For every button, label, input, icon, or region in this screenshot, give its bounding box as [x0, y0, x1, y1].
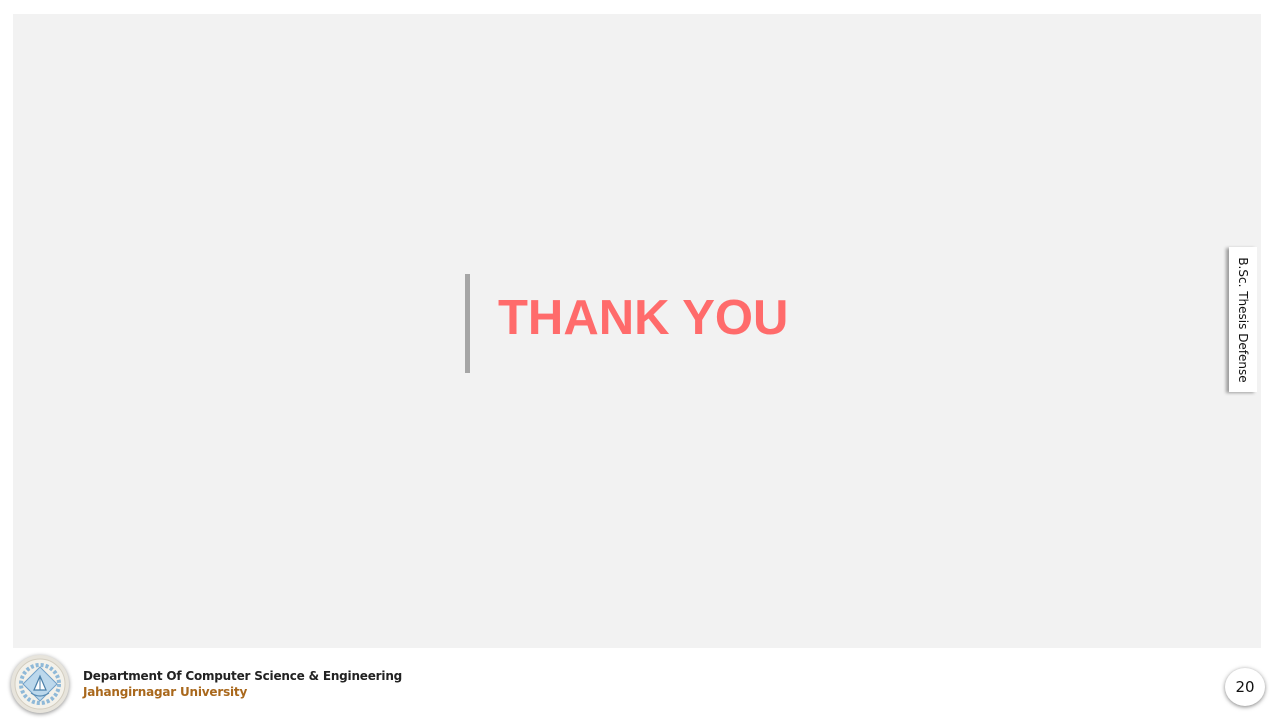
side-tab-label: B.Sc. Thesis Defense [1236, 256, 1250, 383]
page-number-badge: 20 [1225, 668, 1265, 706]
side-tab: B.Sc. Thesis Defense [1229, 247, 1257, 392]
department-name: Department Of Computer Science & Enginee… [83, 669, 403, 683]
slide-title: THANK YOU [498, 291, 789, 345]
title-accent-bar [465, 274, 470, 373]
university-name: Jahangirnagar University [83, 685, 248, 699]
university-seal-icon [11, 655, 69, 713]
